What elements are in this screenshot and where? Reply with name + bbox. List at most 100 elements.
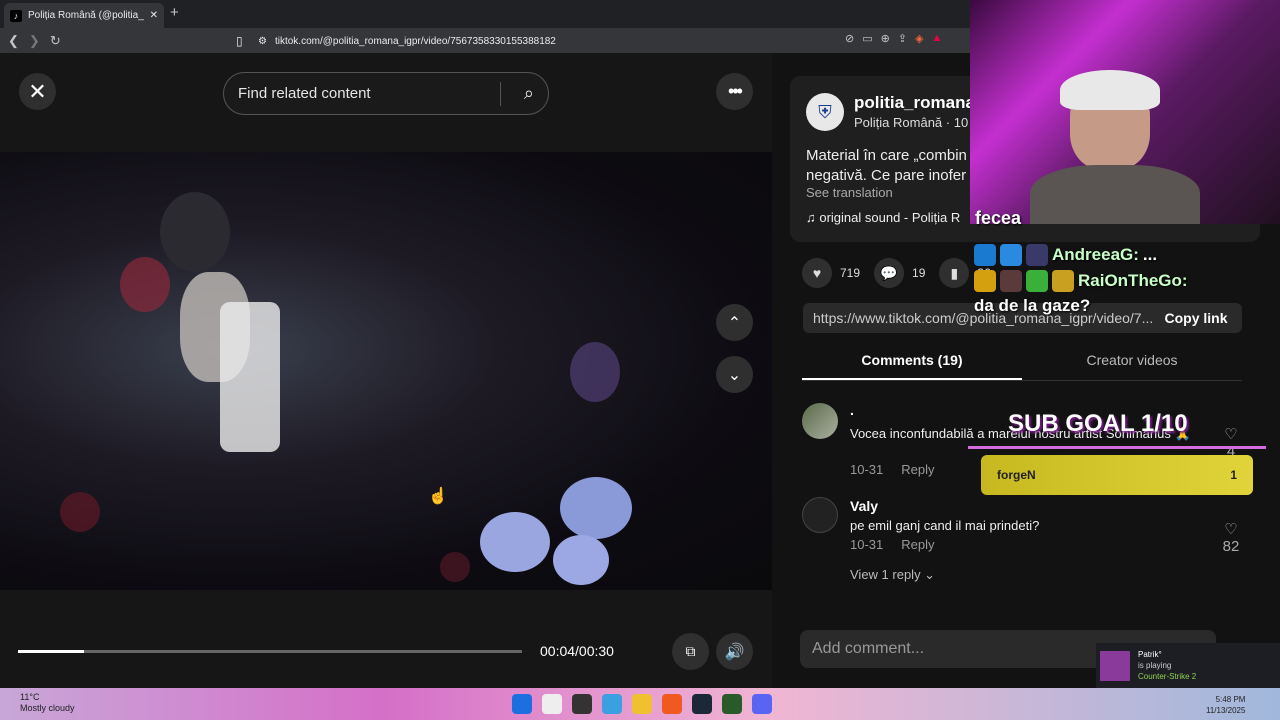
volume-button[interactable]: 🔊 [716,633,753,670]
hand-cursor-icon: ☝ [428,488,448,505]
see-translation-link[interactable]: See translation [806,185,893,200]
webcam-overlay [970,0,1280,224]
view-replies-button[interactable]: View 1 reply ⌄ [850,567,935,583]
comment-icon[interactable]: 💬 [874,258,905,288]
goal-user: forgeN [997,468,1036,482]
sub-goal-title: SUB GOAL 1/10 [1008,410,1188,437]
picture-in-picture-button[interactable]: ⧉ [672,633,709,670]
share-icon[interactable]: ⇪ [898,32,907,45]
comment-like-count: 82 [1222,538,1240,555]
clock-date: 11/13/2025 [1206,706,1246,715]
volume-icon: 🔊 [724,643,745,661]
comment-action[interactable]: 💬 19 [874,258,925,288]
chat-partial: fecea [975,208,1022,228]
zoom-icon[interactable]: ⊕ [881,32,890,45]
friend-avatar [1100,650,1130,681]
windows-start-icon[interactable] [512,694,532,714]
heart-outline-icon[interactable]: ♡ [1216,425,1246,443]
taskbar-apps [512,694,772,714]
more-options-button[interactable]: ••• [716,73,753,110]
steam-notification[interactable]: Patrik° is playing Counter-Strike 2 [1096,643,1280,688]
badge-icon [974,244,996,266]
brave-shield-icon[interactable]: ◈ [915,32,923,45]
badge-icon [1000,244,1022,266]
video-progress-bar[interactable] [18,650,522,653]
badge-icon [1052,270,1074,292]
comment-date: 10-31 [850,537,884,552]
heart-icon[interactable]: ♥ [802,258,832,288]
avatar[interactable] [802,403,838,439]
chat-text: ... [1142,245,1158,264]
action-bar: ♥719 💬19 ▮36 [802,258,991,288]
post-description: Material în care „combin negativă. Ce pa… [806,147,967,184]
sound-link[interactable]: ♫ original sound - Poliția R [806,210,960,225]
tab-comments[interactable]: Comments (19) [802,352,1022,368]
previous-video-button[interactable]: ⌃ [716,304,753,341]
like-action[interactable]: ♥ 719 [802,258,860,288]
search-icon[interactable]: ⌕ [524,83,534,104]
avatar[interactable] [802,497,838,533]
cast-icon[interactable]: ▭ [862,32,872,45]
video-frame[interactable] [0,152,772,590]
url-text[interactable]: tiktok.com/@politia_romana_igpr/video/75… [275,36,556,47]
chat-user: RaiOnTheGo: [1078,271,1188,290]
extension-icons: ⊘ ▭ ⊕ ⇪ ◈ ▲ [845,32,942,45]
system-clock[interactable]: 5:48 PM 11/13/2025 [1206,694,1245,716]
gift-icon [1026,270,1048,292]
steam-icon[interactable] [692,694,712,714]
tiktok-icon: ♪ [10,9,22,22]
sub-goal-divider [968,446,1266,449]
task-view-icon[interactable] [572,694,592,714]
search-input[interactable]: Find related content ⌕ [223,72,549,115]
chat-message: AndreeaG: ... [974,244,1274,266]
reply-button[interactable]: Reply [901,462,934,477]
search-icon[interactable] [542,694,562,714]
back-icon[interactable]: ❮ [8,33,19,49]
file-explorer-icon[interactable] [632,694,652,714]
comment-like[interactable]: ♡ 82 [1216,520,1246,555]
friend-name: Patrik° [1138,650,1162,659]
author-username[interactable]: politia_romana [854,93,975,113]
tab-close-button[interactable]: ✕ [150,10,158,21]
close-button[interactable]: ✕ [19,73,56,110]
crown-icon [974,270,996,292]
bookmark-icon[interactable]: ▮ [939,258,970,288]
chevron-down-icon: ⌄ [727,366,742,384]
site-info-icon[interactable]: ⚙ [258,36,267,47]
comment-author[interactable]: . [850,402,854,418]
app-icon[interactable] [722,694,742,714]
comment-author[interactable]: Valy [850,498,878,514]
heart-outline-icon[interactable]: ♡ [1216,520,1246,538]
pip-icon: ⧉ [685,643,696,659]
weather-widget[interactable]: 11°C Mostly cloudy [20,692,75,714]
stream-chat: AndreeaG: ... RaiOnTheGo: da de la gaze? [974,244,1274,316]
next-video-button[interactable]: ⌄ [716,356,753,393]
search-placeholder: Find related content [238,85,371,102]
tab-divider [802,380,1242,381]
friend-game: Counter-Strike 2 [1138,672,1197,681]
progress-fill [18,650,84,653]
brave-rewards-icon[interactable]: ▲ [932,32,943,45]
widgets-icon[interactable] [602,694,622,714]
comment-text: pe emil ganj cand il mai prindeti? [850,518,1040,533]
forward-icon[interactable]: ❯ [29,33,40,49]
reload-icon[interactable]: ↻ [50,33,61,49]
tab-title: Poliția Română (@politia_rom [28,10,144,21]
comment-meta: 10-31 Reply [850,462,935,477]
friend-status: is playing [1138,661,1172,670]
chevron-up-icon: ⌃ [727,314,742,332]
browser-tab[interactable]: ♪ Poliția Română (@politia_rom ✕ [4,3,164,28]
author-nickname: Poliția Română · 10 [854,115,969,130]
chat-text: da de la gaze? [974,296,1091,315]
comment-count: 19 [912,266,926,280]
author-avatar[interactable]: ⛨ [806,93,844,131]
tab-creator-videos[interactable]: Creator videos [1022,352,1242,368]
brave-icon[interactable] [662,694,682,714]
new-tab-button[interactable]: + [170,4,179,21]
reply-button[interactable]: Reply [901,537,934,552]
police-crest-icon: ⛨ [818,101,832,122]
mute-tab-icon[interactable]: ⊘ [845,32,854,45]
discord-icon[interactable] [752,694,772,714]
bookmark-icon[interactable]: ▯ [236,34,243,48]
weather-temp: 11°C [20,692,40,702]
